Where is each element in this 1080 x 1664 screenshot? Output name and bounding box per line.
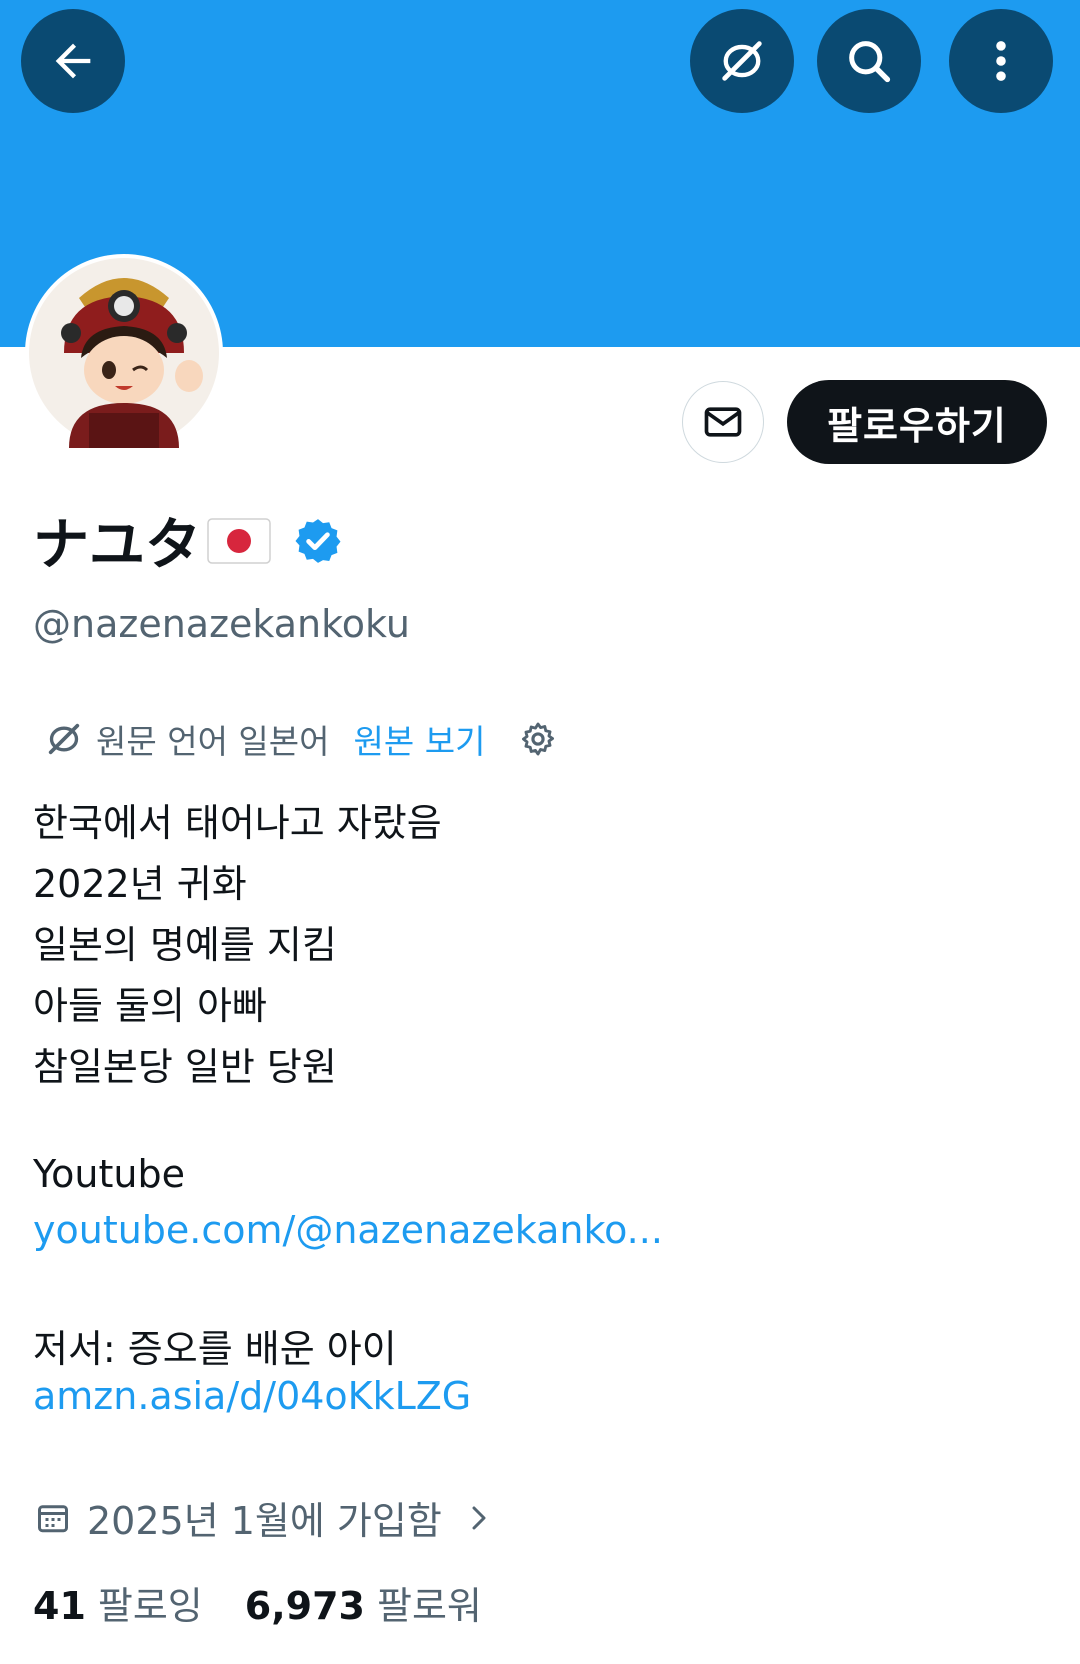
following-label: 팔로잉 bbox=[97, 1584, 203, 1628]
bio-line: 2022년 귀화 bbox=[33, 862, 247, 906]
following-stat[interactable]: 41 팔로잉 bbox=[33, 1575, 203, 1630]
follow-stats: 41 팔로잉 6,973 팔로워 bbox=[33, 1575, 482, 1630]
gear-icon[interactable] bbox=[519, 720, 557, 758]
bio-line: 참일본당 일반 당원 bbox=[33, 1045, 337, 1089]
bio-youtube-label: Youtube bbox=[33, 1152, 185, 1196]
bio-line: 아들 둘의 아빠 bbox=[33, 984, 267, 1028]
translate-button[interactable] bbox=[690, 9, 794, 113]
followers-label: 팔로워 bbox=[376, 1584, 482, 1628]
calendar-icon bbox=[38, 1504, 68, 1532]
more-options-button[interactable] bbox=[949, 9, 1053, 113]
translation-notice: 원문 언어 일본어 원본 보기 bbox=[44, 715, 557, 763]
following-count: 41 bbox=[33, 1584, 86, 1628]
translate-off-icon bbox=[48, 723, 80, 755]
source-language-label: 원문 언어 일본어 bbox=[96, 722, 330, 761]
envelope-icon bbox=[704, 407, 742, 437]
view-original-link[interactable]: 원본 보기 bbox=[354, 715, 486, 763]
display-name: ナユタ bbox=[33, 513, 201, 578]
join-date: 2025년 1월에 가입함 bbox=[87, 1499, 442, 1543]
bio-line: 일본의 명예를 지킴 bbox=[33, 923, 337, 967]
bio-line: 한국에서 태어나고 자랐음 bbox=[33, 801, 442, 845]
translate-off-icon bbox=[722, 41, 762, 81]
chevron-right-icon bbox=[472, 1506, 486, 1529]
follow-button[interactable]: 팔로우하기 bbox=[787, 380, 1047, 464]
message-button[interactable] bbox=[682, 381, 764, 463]
youtube-link[interactable]: youtube.com/@nazenazekanko... bbox=[33, 1208, 663, 1252]
verified-badge-icon[interactable] bbox=[293, 516, 343, 566]
join-date-row[interactable]: 2025년 1월에 가입함 bbox=[35, 1490, 494, 1545]
name-row: ナユタ bbox=[33, 500, 343, 581]
search-button[interactable] bbox=[817, 9, 921, 113]
book-link[interactable]: amzn.asia/d/04oKkLZG bbox=[33, 1374, 471, 1418]
avatar-image bbox=[29, 258, 219, 448]
profile-avatar[interactable] bbox=[25, 254, 223, 452]
username-handle: @nazenazekankoku bbox=[33, 602, 410, 646]
followers-count: 6,973 bbox=[244, 1584, 365, 1628]
arrow-left-icon bbox=[55, 43, 91, 79]
bio-book-label: 저서: 증오를 배운 아이 bbox=[33, 1327, 397, 1371]
back-button[interactable] bbox=[21, 9, 125, 113]
japan-flag-icon bbox=[207, 517, 271, 564]
followers-stat[interactable]: 6,973 팔로워 bbox=[245, 1575, 482, 1630]
search-icon bbox=[849, 41, 891, 83]
more-vertical-icon bbox=[996, 41, 1006, 81]
